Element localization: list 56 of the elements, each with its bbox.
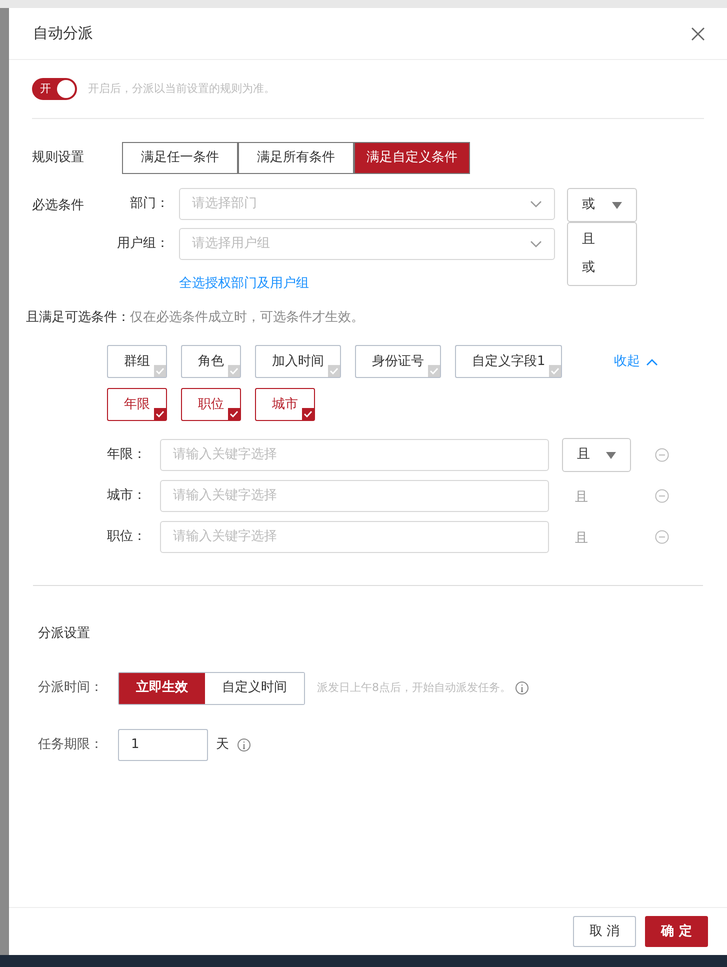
logic-text: 且: [575, 490, 588, 505]
close-icon[interactable]: [691, 26, 705, 40]
chevron-down-icon: [530, 240, 542, 248]
logic-text: 且: [575, 531, 588, 546]
check-corner-icon: [228, 408, 240, 420]
field-label: 任务期限：: [38, 736, 104, 754]
check-corner-icon: [228, 365, 240, 377]
check-corner-icon: [328, 365, 340, 377]
toggle-switch[interactable]: 开: [32, 78, 77, 100]
info-icon: [237, 738, 251, 752]
check-corner-icon: [549, 365, 562, 377]
field-label: 规则设置: [32, 149, 85, 168]
hint-text: 派发日上午8点后，开始自动派发任务。: [317, 680, 511, 696]
section-title: 分派设置: [38, 625, 91, 643]
dropdown-option[interactable]: 或: [568, 254, 636, 282]
triangle-down-icon: [612, 202, 622, 208]
rule-option[interactable]: 满足所有条件: [238, 142, 354, 174]
dialog-title: 自动分派: [33, 23, 93, 44]
check-corner-icon: [154, 365, 166, 377]
condition-tag[interactable]: 城市: [255, 388, 315, 421]
field-label: 分派时间：: [38, 679, 104, 698]
remove-icon[interactable]: [655, 448, 669, 462]
field-label: 用户组：: [116, 235, 170, 254]
hint-text: 开启后，分派以当前设置的规则为准。: [88, 80, 275, 97]
section-description: 且满足可选条件：仅在必选条件成立时，可选条件才生效。: [26, 308, 365, 326]
condition-tag[interactable]: 群组: [107, 345, 167, 378]
remove-icon[interactable]: [655, 489, 669, 503]
rule-option[interactable]: 满足自定义条件: [354, 142, 470, 174]
field-label: 城市：: [107, 487, 147, 506]
cancel-button[interactable]: 取 消: [573, 916, 636, 947]
logic-select[interactable]: 且: [562, 438, 631, 472]
condition-tag[interactable]: 身份证号: [355, 345, 441, 378]
confirm-button[interactable]: 确 定: [645, 916, 708, 947]
check-corner-icon: [428, 365, 440, 377]
days-input[interactable]: 1: [118, 728, 208, 760]
triangle-down-icon: [606, 452, 616, 458]
remove-icon[interactable]: [655, 530, 669, 544]
check-corner-icon: [302, 408, 314, 420]
condition-tag[interactable]: 自定义字段1: [455, 345, 562, 378]
condition-tag[interactable]: 职位: [181, 388, 241, 421]
logic-select[interactable]: 或: [567, 188, 637, 222]
field-label: 职位：: [107, 528, 147, 546]
condition-tag[interactable]: 加入时间: [255, 345, 341, 378]
field-label: 部门：: [129, 195, 170, 214]
field-label: 年限：: [107, 446, 147, 464]
chevron-down-icon: [530, 200, 542, 208]
field-label: 必选条件: [32, 197, 85, 215]
info-icon: [515, 681, 529, 695]
unit-label: 天: [216, 736, 229, 754]
chevron-up-icon: [646, 358, 658, 366]
condition-tag[interactable]: 角色: [181, 345, 241, 378]
time-option[interactable]: 立即生效: [119, 672, 205, 704]
condition-tag[interactable]: 年限: [107, 388, 167, 421]
rule-option[interactable]: 满足任一条件: [122, 142, 238, 174]
check-corner-icon: [154, 408, 166, 420]
dropdown-option[interactable]: 且: [568, 226, 636, 254]
